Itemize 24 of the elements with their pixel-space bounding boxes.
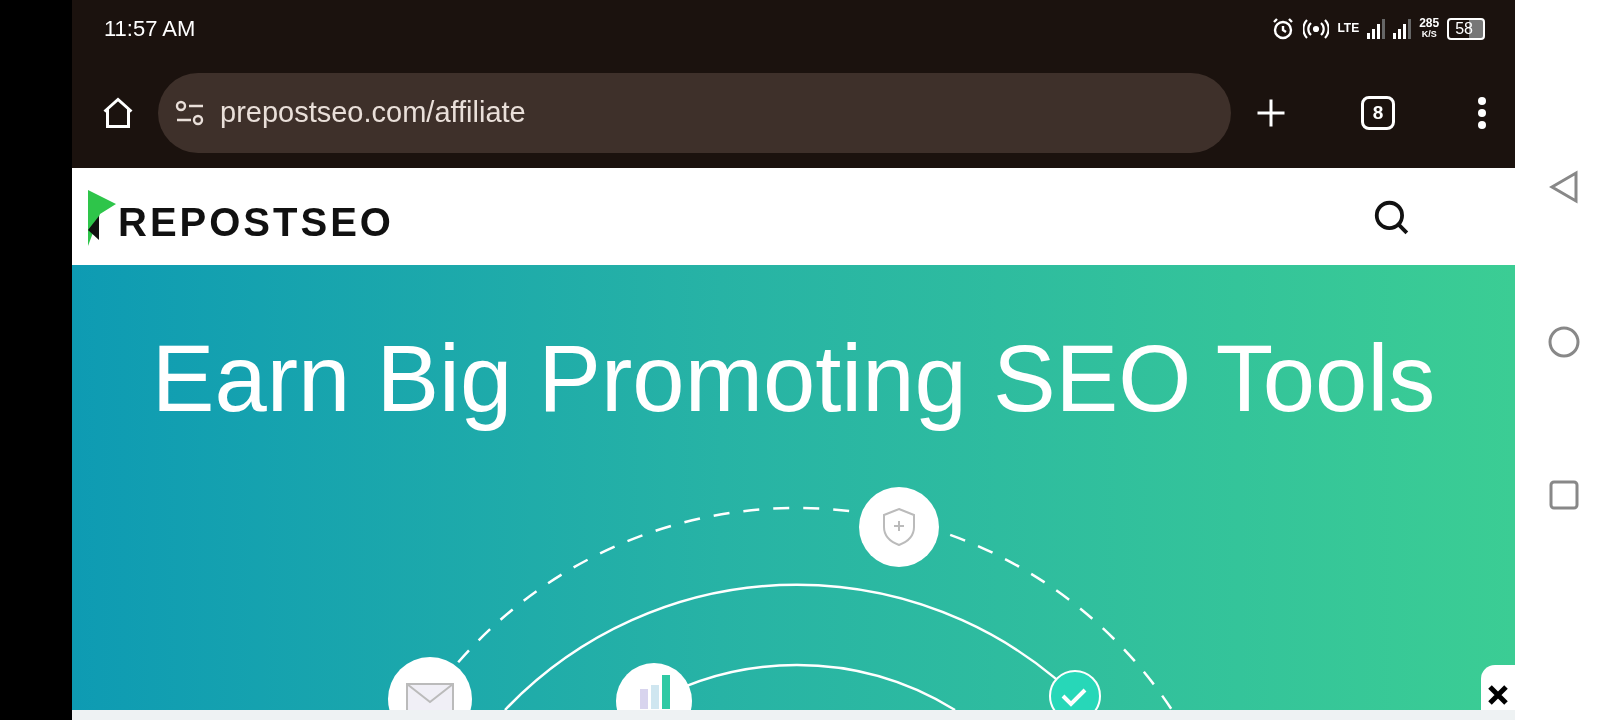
recents-button[interactable]: [1548, 479, 1579, 510]
menu-button[interactable]: [1477, 95, 1487, 130]
signal-icon: [1367, 18, 1386, 39]
logo-text: REPOSTSEO: [118, 201, 394, 242]
signal-icon: [1393, 18, 1412, 39]
network-type: LTE: [1337, 23, 1360, 34]
hotspot-icon: [1303, 17, 1330, 40]
close-ad-button[interactable]: [1481, 665, 1515, 710]
checkmark-icon: [1049, 670, 1101, 710]
url-text: prepostseo.com/affiliate: [220, 96, 526, 129]
site-settings-icon: [174, 98, 206, 127]
tab-switcher-button[interactable]: 8: [1361, 95, 1395, 130]
speed-unit: K/S: [1421, 28, 1437, 40]
address-bar[interactable]: prepostseo.com/affiliate: [158, 72, 1231, 153]
close-icon: [1487, 684, 1509, 706]
status-time: 11:57 AM: [104, 15, 196, 42]
site-logo[interactable]: REPOSTSEO: [86, 187, 394, 246]
hero-title: Earn Big Promoting SEO Tools: [150, 325, 1437, 433]
back-button[interactable]: [1548, 170, 1579, 205]
data-speed: 285: [1419, 17, 1440, 29]
battery-level: 58: [1447, 17, 1485, 40]
home-nav-button[interactable]: [1546, 325, 1581, 359]
logo-mark-icon: [86, 187, 118, 246]
shield-icon: [859, 487, 939, 567]
